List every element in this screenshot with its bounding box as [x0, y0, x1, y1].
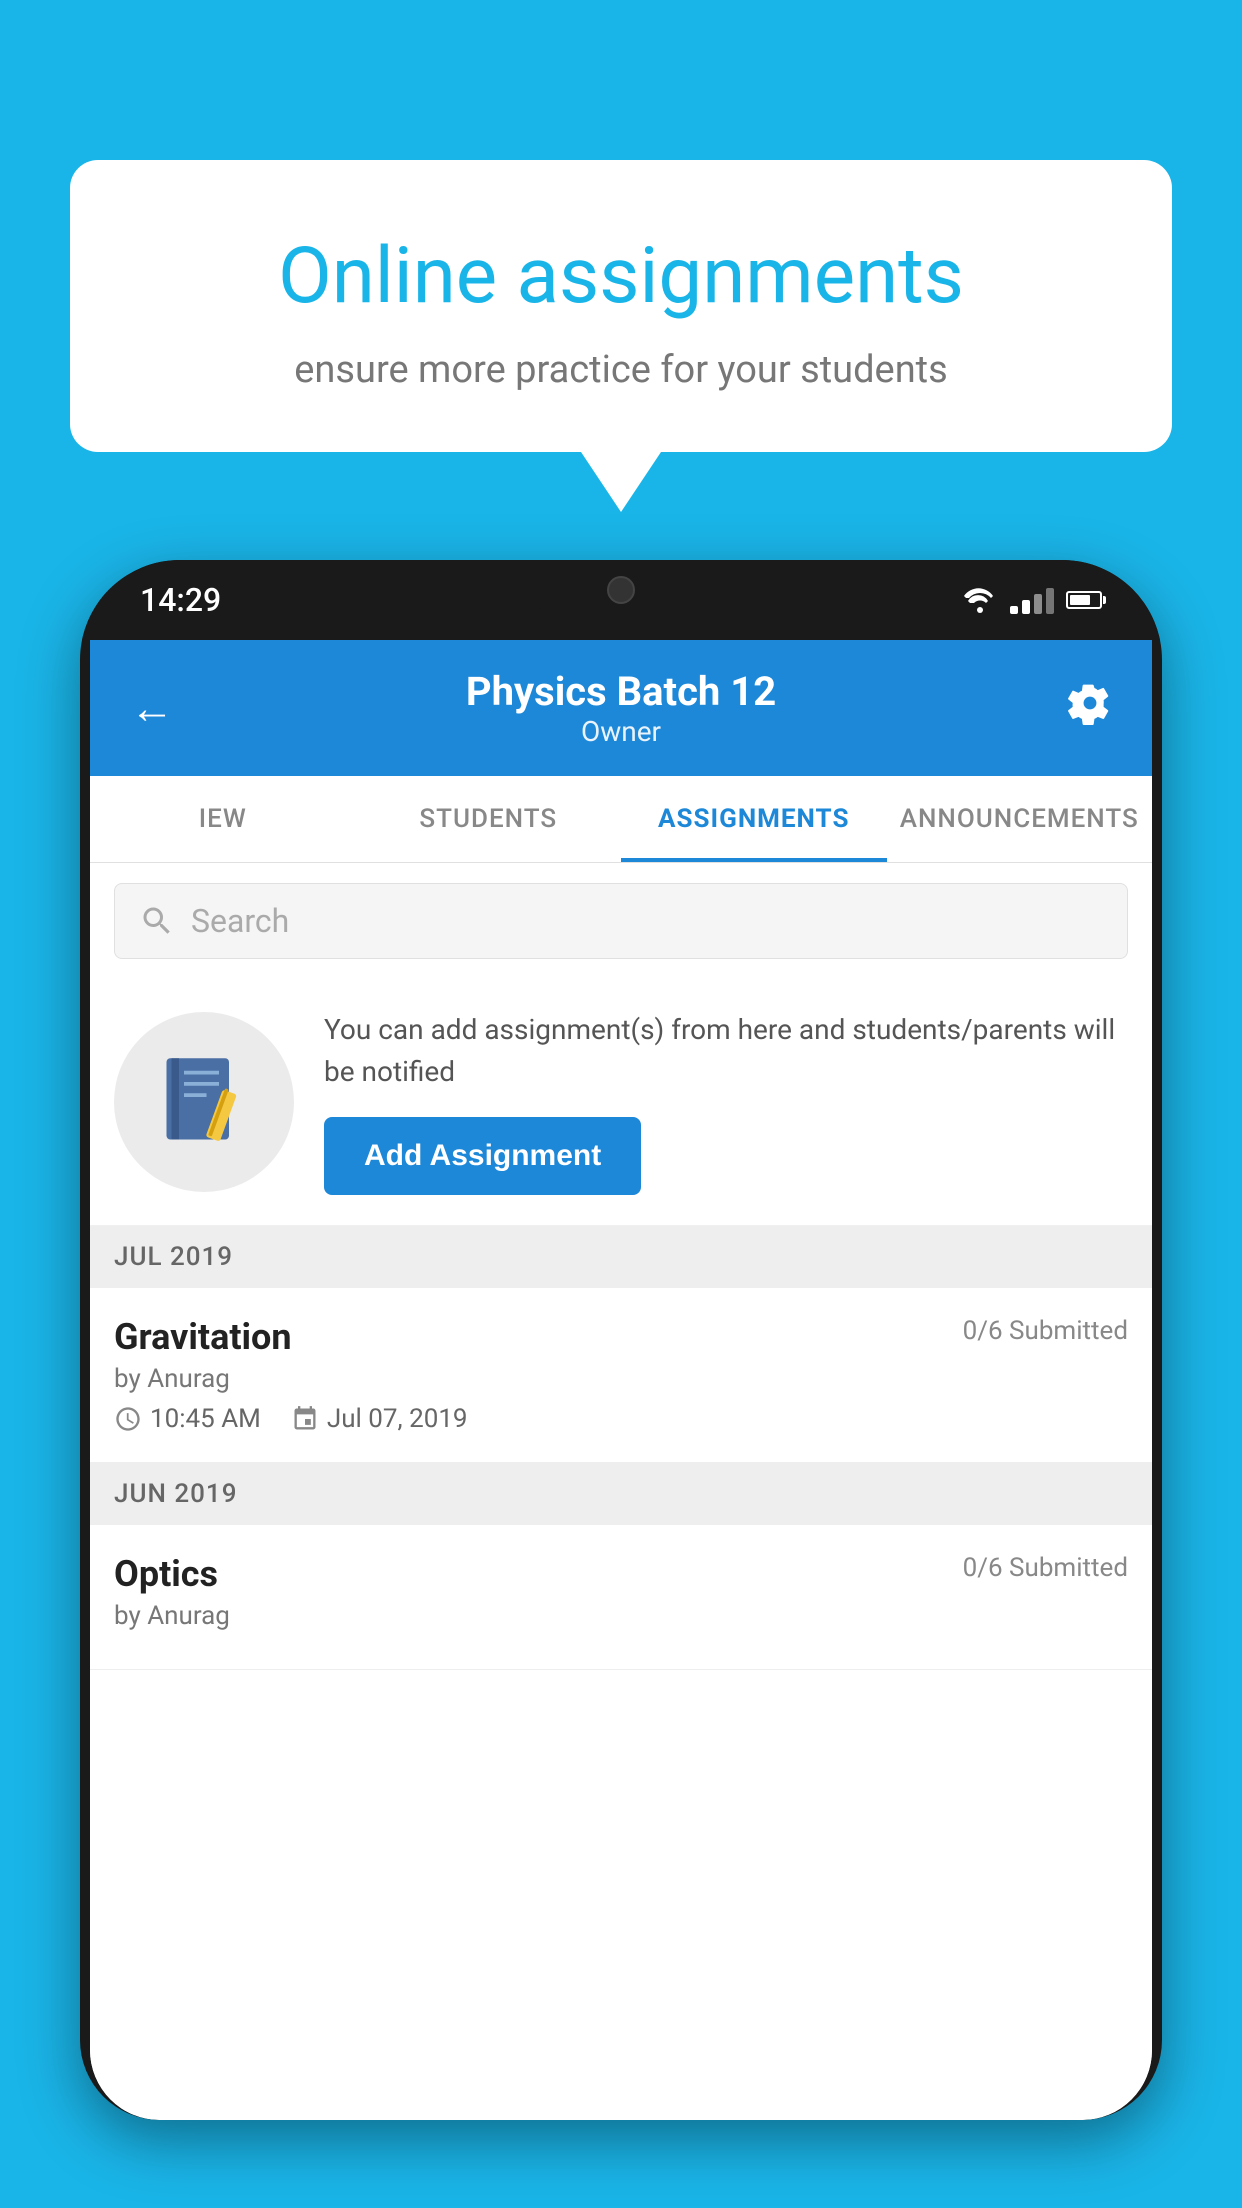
- wifi-icon: [962, 586, 998, 614]
- assignment-row1-optics: Optics 0/6 Submitted: [114, 1553, 1128, 1595]
- speech-bubble: Online assignments ensure more practice …: [70, 160, 1172, 452]
- search-icon: [139, 903, 175, 939]
- back-button[interactable]: ←: [130, 682, 174, 734]
- assignment-by-optics: by Anurag: [114, 1601, 1128, 1631]
- meta-date-gravitation: Jul 07, 2019: [291, 1404, 468, 1434]
- phone-status-bar: 14:29: [80, 560, 1162, 640]
- tab-iew[interactable]: IEW: [90, 776, 356, 862]
- speech-bubble-subtitle: ensure more practice for your students: [150, 348, 1092, 392]
- section-header-jun: JUN 2019: [90, 1463, 1152, 1525]
- header-title: Physics Batch 12: [174, 668, 1068, 715]
- search-container: Search: [90, 863, 1152, 979]
- search-bar[interactable]: Search: [114, 883, 1128, 959]
- battery-icon: [1066, 591, 1102, 609]
- assignment-item-optics[interactable]: Optics 0/6 Submitted by Anurag: [90, 1525, 1152, 1670]
- meta-time-gravitation: 10:45 AM: [114, 1404, 261, 1434]
- tabs-bar: IEW STUDENTS ASSIGNMENTS ANNOUNCEMENTS: [90, 776, 1152, 863]
- header-center: Physics Batch 12 Owner: [174, 668, 1068, 748]
- search-placeholder: Search: [191, 902, 289, 940]
- assignment-submitted-optics: 0/6 Submitted: [963, 1553, 1128, 1583]
- promo-icon-circle: [114, 1012, 294, 1192]
- header-subtitle: Owner: [174, 715, 1068, 748]
- speech-bubble-arrow: [581, 452, 661, 512]
- speech-bubble-title: Online assignments: [150, 230, 1092, 324]
- phone-camera: [607, 576, 635, 604]
- assignment-row1: Gravitation 0/6 Submitted: [114, 1316, 1128, 1358]
- promo-text: You can add assignment(s) from here and …: [324, 1009, 1128, 1093]
- speech-bubble-wrapper: Online assignments ensure more practice …: [70, 160, 1172, 512]
- phone-status-icons: [962, 586, 1102, 614]
- tab-assignments[interactable]: ASSIGNMENTS: [621, 776, 887, 862]
- assignment-name-gravitation: Gravitation: [114, 1316, 292, 1358]
- assignment-meta-gravitation: 10:45 AM Jul 07, 2019: [114, 1404, 1128, 1434]
- assignment-item-gravitation[interactable]: Gravitation 0/6 Submitted by Anurag 10:4…: [90, 1288, 1152, 1463]
- screen-content: Search: [90, 863, 1152, 2120]
- assignment-by-gravitation: by Anurag: [114, 1364, 1128, 1394]
- tab-announcements[interactable]: ANNOUNCEMENTS: [887, 776, 1153, 862]
- phone-notch: [521, 560, 721, 620]
- settings-button[interactable]: [1068, 681, 1112, 736]
- meta-date-text-gravitation: Jul 07, 2019: [327, 1404, 468, 1434]
- gear-icon: [1068, 681, 1112, 725]
- promo-right: You can add assignment(s) from here and …: [324, 1009, 1128, 1195]
- promo-block: You can add assignment(s) from here and …: [90, 979, 1152, 1226]
- tab-students[interactable]: STUDENTS: [356, 776, 622, 862]
- calendar-icon: [291, 1405, 319, 1433]
- phone-time: 14:29: [140, 581, 221, 619]
- notebook-icon: [154, 1052, 254, 1152]
- app-header: ← Physics Batch 12 Owner: [90, 640, 1152, 776]
- assignment-submitted-gravitation: 0/6 Submitted: [963, 1316, 1128, 1346]
- clock-icon: [114, 1405, 142, 1433]
- section-header-jul: JUL 2019: [90, 1226, 1152, 1288]
- assignment-name-optics: Optics: [114, 1553, 218, 1595]
- add-assignment-button[interactable]: Add Assignment: [324, 1117, 641, 1195]
- signal-bars-icon: [1010, 586, 1054, 614]
- phone-screen: ← Physics Batch 12 Owner IEW STUDENTS: [90, 640, 1152, 2120]
- phone-wrapper: 14:29: [80, 560, 1162, 2208]
- meta-time-text-gravitation: 10:45 AM: [150, 1404, 261, 1434]
- phone: 14:29: [80, 560, 1162, 2120]
